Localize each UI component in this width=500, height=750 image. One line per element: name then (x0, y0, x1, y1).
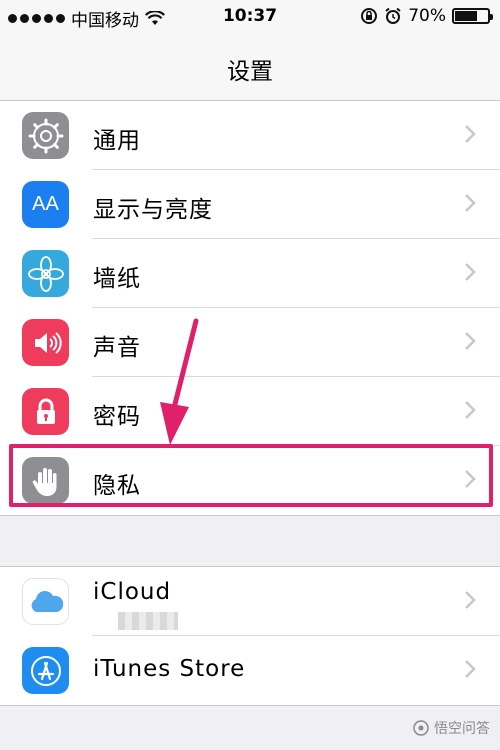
accounts-group: iCloud iTunes Store (0, 566, 500, 706)
speaker-icon (22, 319, 69, 366)
settings-label-passcode: 密码 (93, 404, 141, 430)
watermark-text: 悟空问答 (434, 721, 490, 737)
cloud-icon (22, 578, 69, 625)
status-right: 70% (360, 6, 493, 26)
account-email-redacted (118, 612, 178, 630)
lock-icon (22, 388, 69, 435)
settings-row-general[interactable]: 通用 (0, 101, 500, 170)
settings-label-general: 通用 (93, 128, 141, 154)
flower-icon (22, 250, 69, 297)
settings-row-sound[interactable]: 声音 (0, 308, 500, 377)
battery-fill (455, 11, 477, 21)
chevron-right-icon (465, 125, 476, 143)
battery-percent: 70% (408, 6, 446, 26)
settings-label-icloud: iCloud (93, 579, 172, 605)
gear-icon (22, 112, 69, 159)
battery-icon (452, 8, 493, 24)
chevron-right-icon (465, 591, 476, 609)
text-size-icon: AA (22, 181, 69, 228)
settings-label-display: 显示与亮度 (93, 197, 213, 223)
settings-label-sound: 声音 (93, 335, 141, 361)
settings-row-display[interactable]: AA 显示与亮度 (0, 170, 500, 239)
rotation-lock-icon (361, 8, 378, 24)
watermark-logo-icon (413, 720, 429, 736)
chevron-right-icon (465, 263, 476, 281)
chevron-right-icon (465, 660, 476, 678)
chevron-right-icon (465, 332, 476, 350)
settings-label-wallpaper: 墙纸 (93, 266, 141, 292)
nav-bar: 设置 (0, 34, 500, 101)
settings-label-itunes-store: iTunes Store (93, 656, 246, 682)
alarm-icon (385, 7, 401, 24)
watermark: 悟空问答 (413, 718, 490, 738)
page-title: 设置 (227, 59, 273, 85)
privacy-highlight-box (9, 444, 493, 507)
status-bar: 中国移动 10:37 70% (0, 0, 500, 34)
settings-row-passcode[interactable]: 密码 (0, 377, 500, 446)
app-store-icon (22, 647, 69, 694)
settings-row-icloud[interactable]: iCloud (0, 567, 500, 636)
text-size-glyph: AA (32, 193, 59, 215)
settings-row-itunes-store[interactable]: iTunes Store (0, 636, 500, 705)
chevron-right-icon (465, 401, 476, 419)
settings-row-wallpaper[interactable]: 墙纸 (0, 239, 500, 308)
chevron-right-icon (465, 194, 476, 212)
